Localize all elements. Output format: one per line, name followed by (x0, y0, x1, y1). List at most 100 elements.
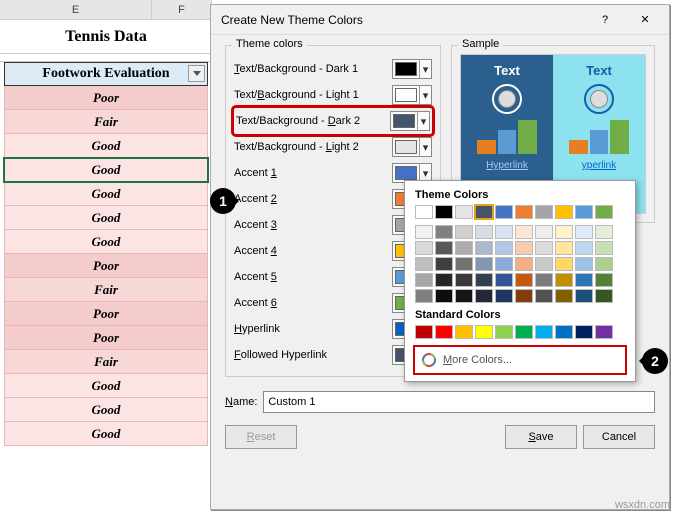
color-swatch[interactable] (455, 289, 473, 303)
color-swatch[interactable] (535, 289, 553, 303)
color-swatch[interactable] (415, 325, 433, 339)
color-swatch[interactable] (595, 225, 613, 239)
table-row[interactable]: Fair (4, 350, 208, 374)
table-row[interactable]: Poor (4, 326, 208, 350)
color-swatch[interactable] (515, 289, 533, 303)
color-swatch[interactable] (455, 205, 473, 219)
color-swatch[interactable] (435, 241, 453, 255)
color-swatch[interactable] (495, 205, 513, 219)
color-swatch[interactable] (495, 325, 513, 339)
table-header[interactable]: Footwork Evaluation (4, 62, 208, 86)
color-swatch[interactable] (555, 241, 573, 255)
color-swatch[interactable] (415, 205, 433, 219)
color-swatch[interactable] (575, 241, 593, 255)
table-row[interactable]: Good (4, 398, 208, 422)
color-swatch[interactable] (455, 225, 473, 239)
close-button[interactable]: ✕ (625, 6, 665, 34)
color-swatch[interactable] (535, 273, 553, 287)
color-swatch[interactable] (535, 325, 553, 339)
color-swatch-button[interactable]: ▾ (390, 111, 430, 131)
color-swatch[interactable] (435, 225, 453, 239)
color-swatch[interactable] (555, 289, 573, 303)
color-swatch[interactable] (455, 257, 473, 271)
color-swatch[interactable] (435, 257, 453, 271)
color-swatch[interactable] (515, 205, 533, 219)
color-swatch[interactable] (515, 273, 533, 287)
color-swatch[interactable] (415, 225, 433, 239)
color-swatch[interactable] (475, 225, 493, 239)
color-swatch[interactable] (475, 289, 493, 303)
color-swatch[interactable] (435, 273, 453, 287)
color-swatch[interactable] (515, 241, 533, 255)
color-swatch[interactable] (555, 257, 573, 271)
color-swatch[interactable] (455, 241, 473, 255)
color-swatch[interactable] (575, 289, 593, 303)
color-swatch[interactable] (475, 257, 493, 271)
color-swatch[interactable] (575, 225, 593, 239)
more-colors-button[interactable]: More Colors... (413, 345, 627, 375)
color-swatch[interactable] (595, 205, 613, 219)
color-swatch[interactable] (595, 241, 613, 255)
color-swatch[interactable] (555, 273, 573, 287)
color-swatch[interactable] (595, 257, 613, 271)
color-swatch[interactable] (435, 205, 453, 219)
reset-button[interactable]: Reset (225, 425, 297, 449)
color-swatch[interactable] (535, 257, 553, 271)
color-swatch-button[interactable]: ▾ (392, 137, 432, 157)
cancel-button[interactable]: Cancel (583, 425, 655, 449)
col-head-e[interactable]: E (0, 0, 152, 19)
col-head-f[interactable]: F (152, 0, 212, 19)
filter-button[interactable] (188, 65, 205, 82)
color-swatch[interactable] (495, 225, 513, 239)
color-swatch[interactable] (595, 325, 613, 339)
table-row[interactable]: Good (4, 158, 208, 182)
color-swatch[interactable] (555, 225, 573, 239)
color-swatch[interactable] (475, 325, 493, 339)
color-swatch[interactable] (575, 205, 593, 219)
color-swatch[interactable] (415, 241, 433, 255)
table-row[interactable]: Poor (4, 86, 208, 110)
color-swatch[interactable] (595, 289, 613, 303)
color-swatch[interactable] (435, 325, 453, 339)
color-swatch[interactable] (535, 205, 553, 219)
color-swatch[interactable] (415, 289, 433, 303)
color-swatch[interactable] (575, 273, 593, 287)
color-swatch[interactable] (495, 257, 513, 271)
color-swatch[interactable] (475, 241, 493, 255)
color-swatch[interactable] (415, 273, 433, 287)
color-swatch[interactable] (495, 273, 513, 287)
color-swatch[interactable] (535, 225, 553, 239)
name-input[interactable] (263, 391, 655, 413)
help-button[interactable]: ? (585, 6, 625, 34)
save-button[interactable]: Save (505, 425, 577, 449)
color-swatch[interactable] (555, 325, 573, 339)
table-row[interactable]: Good (4, 374, 208, 398)
color-swatch-button[interactable]: ▾ (392, 59, 432, 79)
color-swatch[interactable] (495, 289, 513, 303)
color-swatch[interactable] (515, 325, 533, 339)
table-row[interactable]: Good (4, 206, 208, 230)
color-swatch[interactable] (555, 205, 573, 219)
table-row[interactable]: Poor (4, 302, 208, 326)
table-row[interactable]: Fair (4, 110, 208, 134)
color-swatch-button[interactable]: ▾ (392, 85, 432, 105)
color-swatch[interactable] (455, 273, 473, 287)
table-row[interactable]: Fair (4, 278, 208, 302)
color-swatch[interactable] (595, 273, 613, 287)
table-row[interactable]: Good (4, 230, 208, 254)
color-swatch[interactable] (515, 257, 533, 271)
table-row[interactable]: Poor (4, 254, 208, 278)
color-swatch[interactable] (535, 241, 553, 255)
color-swatch[interactable] (415, 257, 433, 271)
color-swatch[interactable] (455, 325, 473, 339)
table-row[interactable]: Good (4, 422, 208, 446)
color-swatch[interactable] (575, 325, 593, 339)
color-swatch[interactable] (515, 225, 533, 239)
table-row[interactable]: Good (4, 134, 208, 158)
color-swatch[interactable] (575, 257, 593, 271)
color-swatch[interactable] (475, 273, 493, 287)
table-row[interactable]: Good (4, 182, 208, 206)
color-swatch[interactable] (435, 289, 453, 303)
color-swatch[interactable] (495, 241, 513, 255)
color-swatch[interactable] (475, 205, 493, 219)
